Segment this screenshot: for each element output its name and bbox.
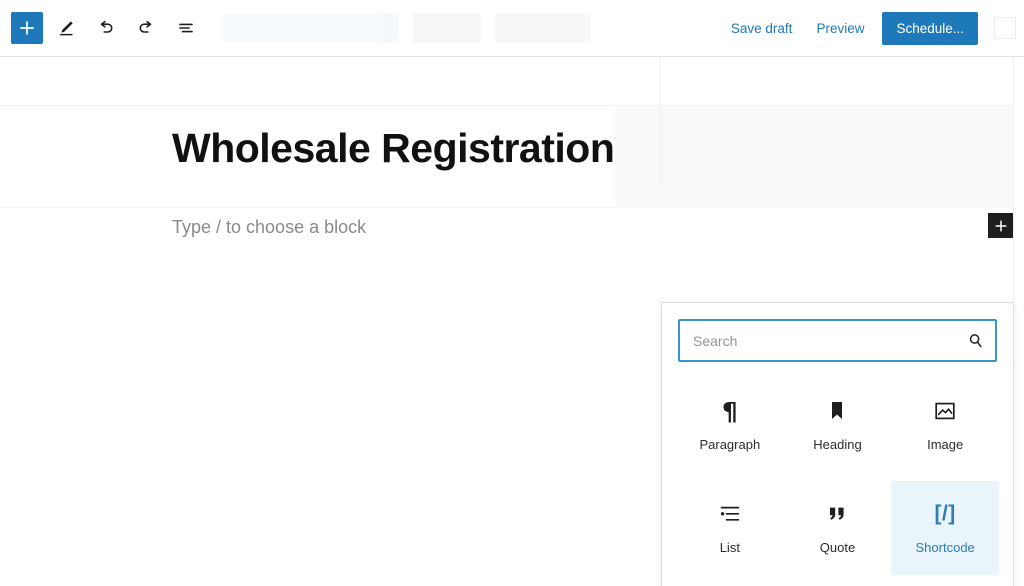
block-inserter-popover: ¶ Paragraph Heading	[661, 302, 1014, 586]
block-tile-label: Shortcode	[915, 539, 975, 555]
background-divider-left	[660, 57, 661, 187]
header-toolbar-left	[0, 0, 591, 56]
block-tile-image[interactable]: Image	[891, 378, 999, 472]
ghost-widget-3	[495, 13, 591, 43]
undo-arrow-icon	[96, 18, 116, 38]
list-icon	[718, 501, 742, 527]
background-panel-fill	[615, 106, 1013, 206]
block-tile-label: Image	[927, 437, 964, 452]
list-view-button[interactable]	[169, 11, 203, 45]
block-tile-shortcode[interactable]: [/] Shortcode	[891, 480, 999, 575]
image-icon	[933, 398, 957, 424]
plus-icon	[18, 19, 36, 37]
list-view-icon	[176, 18, 196, 38]
shortcode-icon: [/]	[934, 501, 955, 527]
block-tile-list[interactable]: List	[676, 481, 784, 575]
edit-mode-button[interactable]	[49, 11, 83, 45]
background-divider-mid	[0, 207, 1013, 208]
block-appender-button[interactable]	[988, 213, 1013, 238]
heading-icon	[826, 398, 848, 424]
ghost-widget-1	[223, 13, 399, 43]
preview-button[interactable]: Preview	[806, 13, 874, 44]
background-divider-top	[0, 105, 1013, 106]
block-tile-paragraph[interactable]: ¶ Paragraph	[676, 378, 784, 472]
block-tile-quote[interactable]: Quote	[784, 481, 892, 575]
empty-block-placeholder[interactable]: Type / to choose a block	[172, 217, 366, 238]
block-tile-label: Quote	[819, 539, 856, 555]
redo-button[interactable]	[129, 11, 163, 45]
inserter-search-area	[662, 303, 1013, 372]
settings-sidebar-toggle-icon[interactable]	[994, 17, 1016, 39]
plus-icon	[994, 219, 1008, 233]
block-tile-label: List	[719, 539, 740, 555]
ghost-widget-2	[413, 13, 481, 43]
save-draft-button[interactable]: Save draft	[721, 13, 803, 44]
block-type-grid: ¶ Paragraph Heading Image List Quote [/]…	[662, 372, 1013, 586]
header-ghost-widgets	[223, 13, 591, 43]
undo-button[interactable]	[89, 11, 123, 45]
search-icon[interactable]	[963, 329, 987, 353]
paragraph-icon: ¶	[721, 396, 738, 426]
search-input[interactable]	[680, 321, 995, 360]
schedule-button[interactable]: Schedule...	[882, 11, 978, 45]
header-actions: Save draft Preview Schedule...	[721, 0, 1024, 56]
search-field[interactable]	[678, 319, 997, 362]
editor-canvas: Wholesale Registration Type / to choose …	[0, 57, 1024, 586]
post-title[interactable]: Wholesale Registration	[172, 125, 615, 172]
add-block-toggle-button[interactable]	[11, 12, 43, 44]
block-tile-label: Paragraph	[699, 437, 761, 452]
redo-arrow-icon	[136, 18, 156, 38]
block-tile-heading[interactable]: Heading	[784, 378, 892, 472]
block-tile-label: Heading	[813, 437, 862, 452]
pencil-icon	[56, 18, 76, 38]
shortcode-glyph: [/]	[934, 502, 956, 525]
editor-header: Save draft Preview Schedule...	[0, 0, 1024, 57]
quote-icon	[825, 501, 849, 527]
